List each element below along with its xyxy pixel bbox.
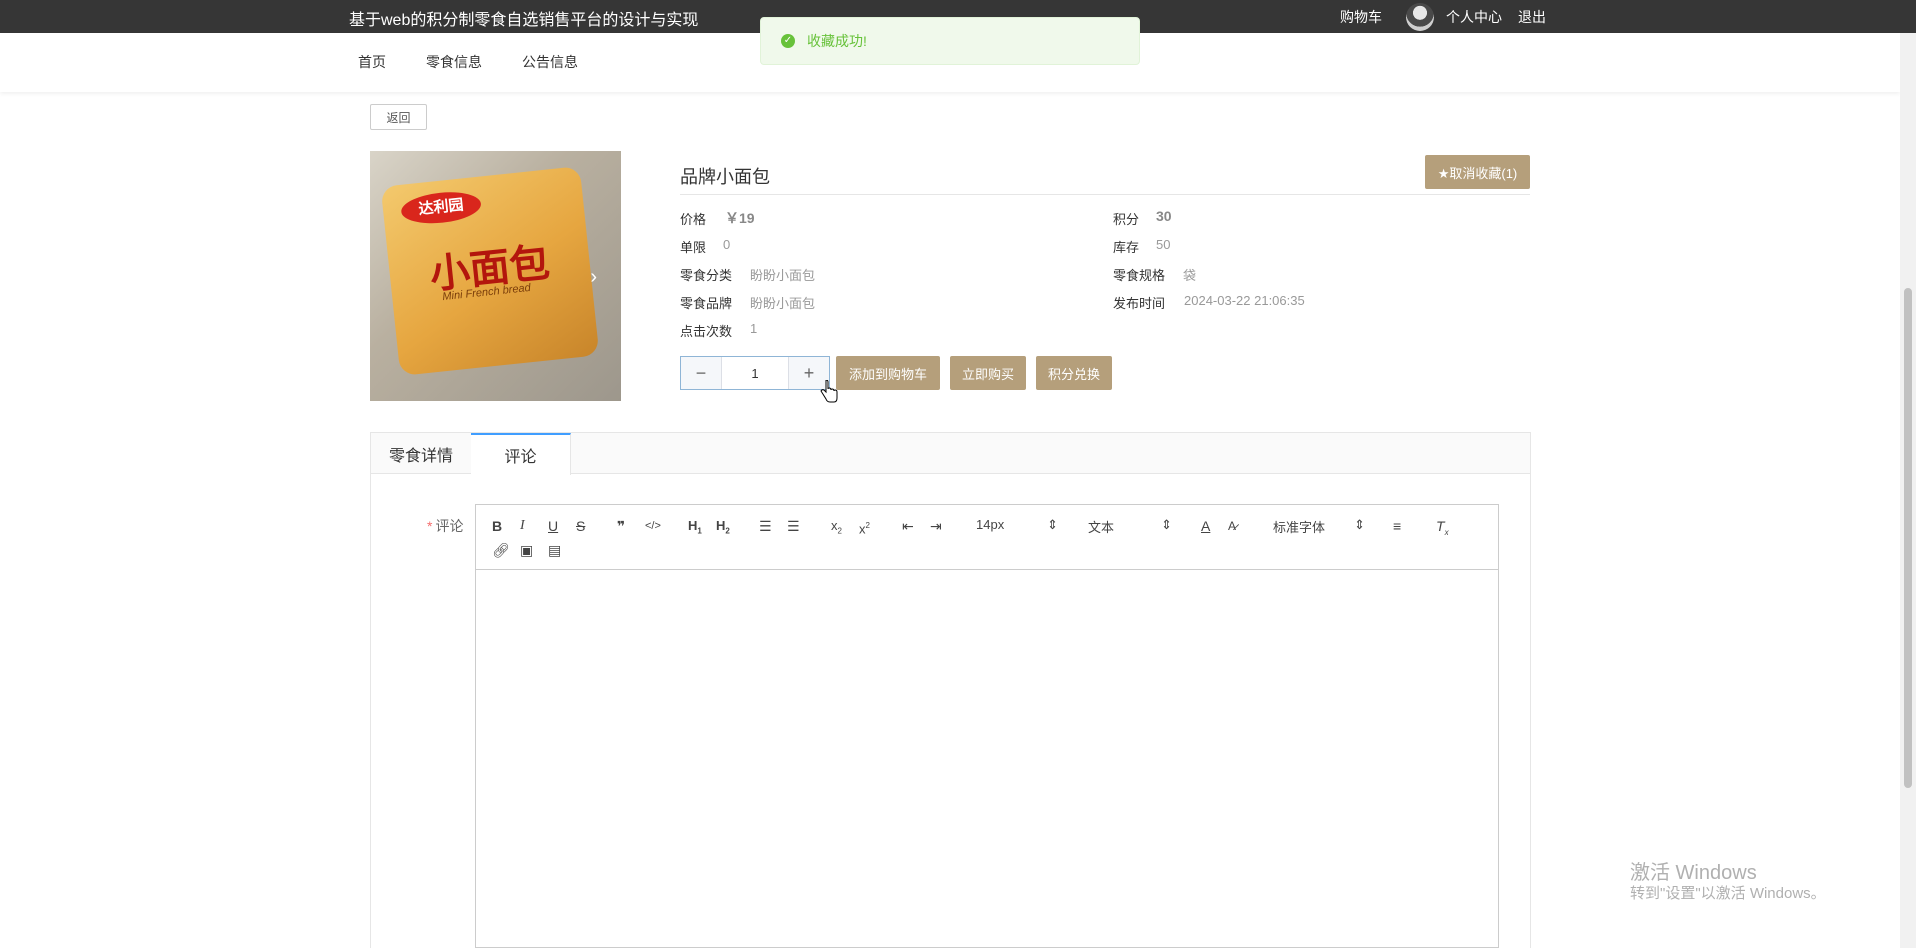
site-title: 基于web的积分制零食自选销售平台的设计与实现 bbox=[349, 12, 699, 29]
publish-time-value: 2024-03-22 21:06:35 bbox=[1184, 293, 1305, 308]
scrollbar-thumb[interactable] bbox=[1904, 288, 1912, 788]
page-scrollbar[interactable] bbox=[1900, 33, 1916, 948]
editor-toolbar: B I U S ❞ </> H1 H2 ☰ ☰ x2 x2 ⇤ ⇥ 14px ⇕ … bbox=[476, 505, 1498, 570]
strikethrough-icon[interactable]: S bbox=[576, 517, 585, 535]
indent-icon[interactable]: ⇥ bbox=[930, 517, 942, 535]
nav-item-announcements[interactable]: 公告信息 bbox=[522, 52, 578, 72]
clicks-value: 1 bbox=[750, 321, 758, 336]
points-exchange-button[interactable]: 积分兑换 bbox=[1036, 356, 1112, 390]
nav-item-home[interactable]: 首页 bbox=[358, 52, 386, 72]
buy-now-button[interactable]: 立即购买 bbox=[950, 356, 1026, 390]
ordered-list-icon[interactable]: ☰ bbox=[759, 517, 772, 535]
limit-value: 0 bbox=[723, 237, 731, 252]
nav-item-snacks[interactable]: 零食信息 bbox=[426, 52, 482, 72]
brand-value: 盼盼小面包 bbox=[750, 296, 816, 311]
publish-time-label: 发布时间 bbox=[1113, 296, 1166, 311]
product-image-carousel[interactable]: 达利园 小面包 Mini French bread › bbox=[370, 151, 621, 401]
stock-value: 50 bbox=[1156, 237, 1171, 252]
link-icon[interactable]: 🔗︎ bbox=[492, 541, 510, 559]
chevron-right-icon[interactable]: › bbox=[590, 266, 597, 289]
logout-link[interactable]: 退出 bbox=[1518, 7, 1546, 27]
brand-logo: 达利园 bbox=[399, 188, 483, 227]
select-arrows-icon: ⇕ bbox=[1047, 517, 1058, 532]
toast-message: 收藏成功! bbox=[807, 33, 867, 49]
hand-cursor-icon bbox=[820, 380, 838, 403]
category-value: 盼盼小面包 bbox=[750, 268, 816, 283]
select-arrows-icon: ⇕ bbox=[1161, 517, 1172, 532]
minus-icon: − bbox=[695, 362, 707, 383]
plus-icon: + bbox=[803, 362, 815, 383]
background-color-icon[interactable]: A̷ bbox=[1228, 517, 1236, 535]
spec-value: 袋 bbox=[1183, 268, 1197, 283]
limit-label: 单限 bbox=[680, 240, 707, 255]
underline-icon[interactable]: U bbox=[548, 517, 558, 535]
clicks-label: 点击次数 bbox=[680, 324, 733, 339]
video-icon[interactable]: ▤ bbox=[548, 541, 561, 559]
editor-content-area[interactable] bbox=[476, 571, 1498, 948]
bold-icon[interactable]: B bbox=[492, 517, 502, 535]
align-icon[interactable]: ≡ bbox=[1393, 517, 1401, 535]
font-color-icon[interactable]: A bbox=[1201, 517, 1210, 535]
user-menu: 购物车 个人中心 退出 bbox=[1340, 0, 1546, 33]
activation-watermark-subtitle: 转到"设置"以激活 Windows。 bbox=[1630, 885, 1826, 902]
unfavorite-button[interactable]: ★取消收藏(1) bbox=[1425, 155, 1530, 189]
required-mark: * bbox=[427, 518, 433, 534]
points-label: 积分 bbox=[1113, 212, 1140, 227]
divider bbox=[680, 194, 1530, 195]
tab-bar: 零食详情 评论 bbox=[371, 433, 1530, 475]
category-label: 零食分类 bbox=[680, 268, 733, 283]
heading1-icon[interactable]: H1 bbox=[688, 517, 702, 536]
font-size-select[interactable]: 14px ⇕ bbox=[976, 517, 1058, 533]
brand-label: 零食品牌 bbox=[680, 296, 733, 311]
superscript-icon[interactable]: x2 bbox=[859, 517, 870, 536]
check-circle-icon: ✓ bbox=[781, 34, 795, 48]
image-icon[interactable]: ▣ bbox=[520, 541, 533, 559]
personal-center-link[interactable]: 个人中心 bbox=[1446, 7, 1502, 27]
subscript-icon[interactable]: x2 bbox=[831, 517, 842, 536]
add-to-cart-button[interactable]: 添加到购物车 bbox=[836, 356, 940, 390]
rich-text-editor: B I U S ❞ </> H1 H2 ☰ ☰ x2 x2 ⇤ ⇥ 14px ⇕ … bbox=[475, 504, 1499, 948]
select-arrows-icon: ⇕ bbox=[1354, 517, 1365, 532]
price-value: ￥19 bbox=[725, 210, 755, 226]
font-family-select[interactable]: 标准字体 ⇕ bbox=[1273, 517, 1365, 536]
activation-watermark-title: 激活 Windows bbox=[1630, 862, 1757, 884]
points-value: 30 bbox=[1156, 208, 1172, 224]
stock-label: 库存 bbox=[1113, 240, 1140, 255]
quantity-stepper: − 1 + bbox=[680, 356, 830, 390]
italic-icon[interactable]: I bbox=[520, 517, 525, 535]
success-toast: ✓ 收藏成功! bbox=[760, 17, 1140, 65]
price-label: 价格 bbox=[680, 212, 707, 227]
tab-comments[interactable]: 评论 bbox=[471, 433, 571, 475]
quantity-input[interactable]: 1 bbox=[721, 357, 789, 389]
avatar[interactable] bbox=[1406, 2, 1434, 31]
spec-label: 零食规格 bbox=[1113, 268, 1166, 283]
decrement-button[interactable]: − bbox=[681, 357, 721, 389]
bullet-list-icon[interactable]: ☰ bbox=[787, 517, 800, 535]
code-block-icon[interactable]: </> bbox=[645, 517, 661, 535]
heading2-icon[interactable]: H2 bbox=[716, 517, 730, 536]
product-image: 达利园 小面包 Mini French bread bbox=[380, 166, 600, 376]
tab-snack-details[interactable]: 零食详情 bbox=[371, 433, 471, 474]
clear-format-icon[interactable]: Tx bbox=[1436, 517, 1449, 537]
blockquote-icon[interactable]: ❞ bbox=[617, 517, 625, 535]
cart-link[interactable]: 购物车 bbox=[1340, 7, 1382, 27]
outdent-icon[interactable]: ⇤ bbox=[902, 517, 914, 535]
back-button[interactable]: 返回 bbox=[370, 104, 427, 130]
block-type-select[interactable]: 文本 ⇕ bbox=[1088, 517, 1172, 536]
comment-label: * 评论 bbox=[427, 518, 464, 534]
product-name: 品牌小面包 bbox=[680, 167, 770, 187]
